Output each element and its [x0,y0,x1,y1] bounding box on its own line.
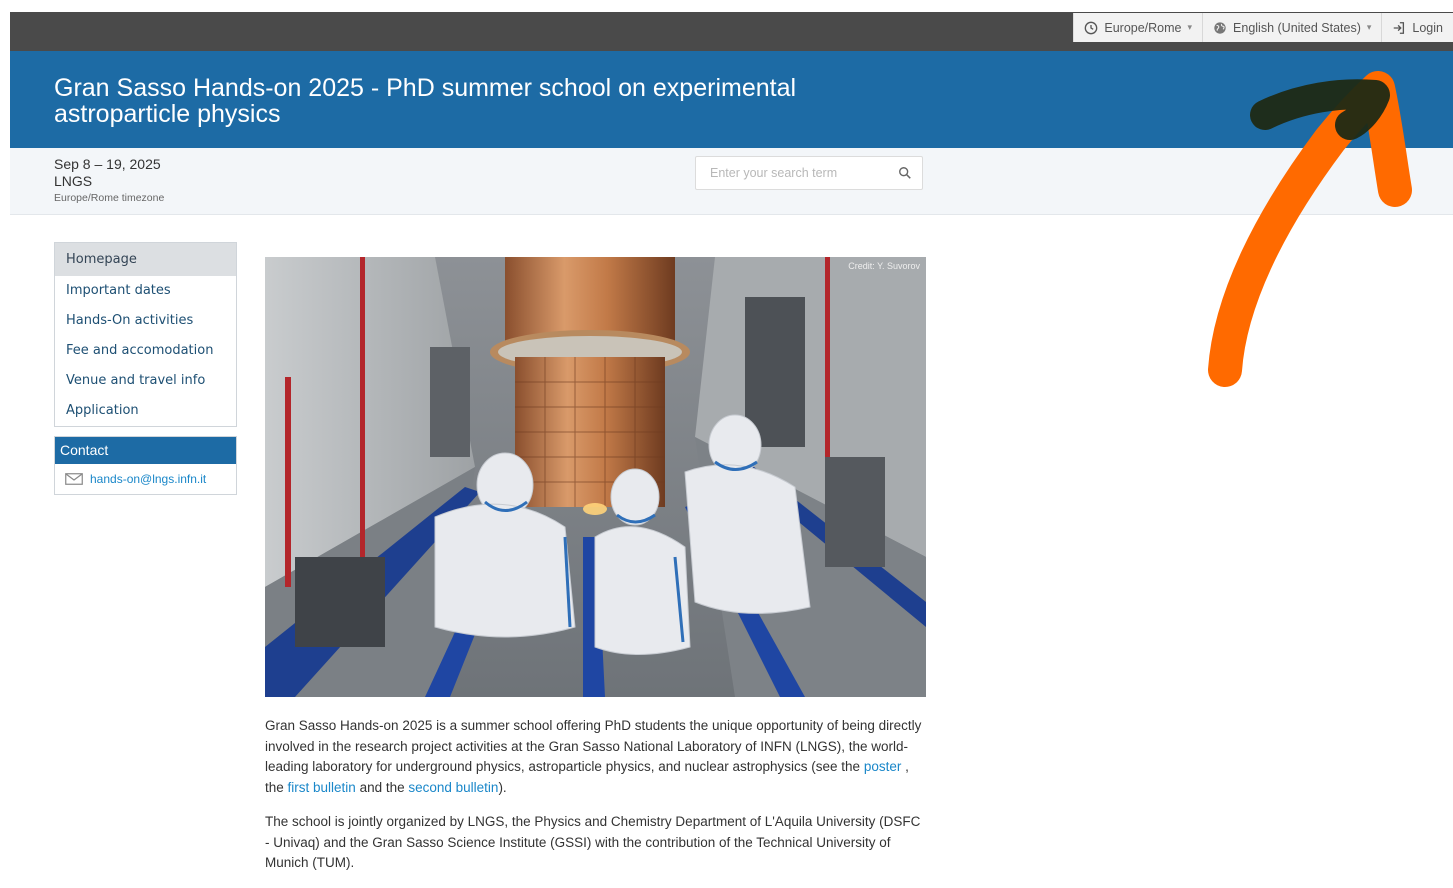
login-icon [1394,21,1405,34]
search-input[interactable] [708,165,892,181]
intro-text: Gran Sasso Hands-on 2025 is a summer sch… [265,718,922,774]
contact-title: Contact [55,437,236,464]
chevron-down-icon: ▾ [1366,22,1372,32]
menu-item-important-dates[interactable]: Important dates [55,276,236,306]
contact-box: Contact hands-on@lngs.infn.it [54,436,237,495]
login-label: Login [1412,20,1443,35]
menu-item-venue-travel[interactable]: Venue and travel info [55,366,236,396]
organizers-paragraph: The school is jointly organized by LNGS,… [265,814,921,870]
timezone-selector[interactable]: Europe/Rome ▾ [1074,13,1204,42]
event-header: Gran Sasso Hands-on 2025 - PhD summer sc… [10,51,1453,148]
photo-credit: Credit: Y. Suvorov [848,261,920,271]
event-title: Gran Sasso Hands-on 2025 - PhD summer sc… [54,74,797,128]
second-bulletin-link[interactable]: second bulletin [408,780,498,795]
main-content: Gran Sasso Hands-on 2025 is a summer sch… [265,716,925,888]
intro-text-4: ). [498,779,507,795]
intro-paragraph: Gran Sasso Hands-on 2025 is a summer sch… [265,716,925,798]
chevron-down-icon: ▾ [1187,22,1193,32]
envelope-icon [65,473,83,485]
contact-email-link[interactable]: hands-on@lngs.infn.it [55,464,236,494]
login-button[interactable]: Login [1382,13,1453,42]
top-bar: Europe/Rome ▾ English (United States) ▾ … [10,12,1453,51]
top-menu: Europe/Rome ▾ English (United States) ▾ … [1073,13,1453,42]
language-label: English (United States) [1233,20,1361,35]
poster-link[interactable]: poster [864,759,902,774]
language-selector[interactable]: English (United States) ▾ [1203,13,1383,42]
menu-item-homepage[interactable]: Homepage [55,243,236,276]
event-info-bar: Sep 8 – 19, 2025 LNGS Europe/Rome timezo… [10,148,1453,215]
search-box [695,156,923,190]
contact-email: hands-on@lngs.infn.it [90,472,207,486]
event-photo: Credit: Y. Suvorov [265,257,926,697]
side-menu: Homepage Important dates Hands-On activi… [54,242,237,427]
clock-icon [1085,21,1098,34]
event-venue: LNGS [54,173,93,189]
menu-item-hands-on-activities[interactable]: Hands-On activities [55,306,236,336]
menu-item-application[interactable]: Application [55,396,236,426]
laboratory-photo: Credit: Y. Suvorov [265,257,926,697]
globe-icon [1214,21,1226,34]
timezone-label: Europe/Rome [1104,20,1182,35]
event-dates: Sep 8 – 19, 2025 [54,156,161,172]
intro-text-3: and the [355,779,409,795]
first-bulletin-link[interactable]: first bulletin [288,780,356,795]
event-timezone: Europe/Rome timezone [54,192,165,204]
menu-item-fee-accomodation[interactable]: Fee and accomodation [55,336,236,366]
search-icon[interactable] [898,166,912,180]
